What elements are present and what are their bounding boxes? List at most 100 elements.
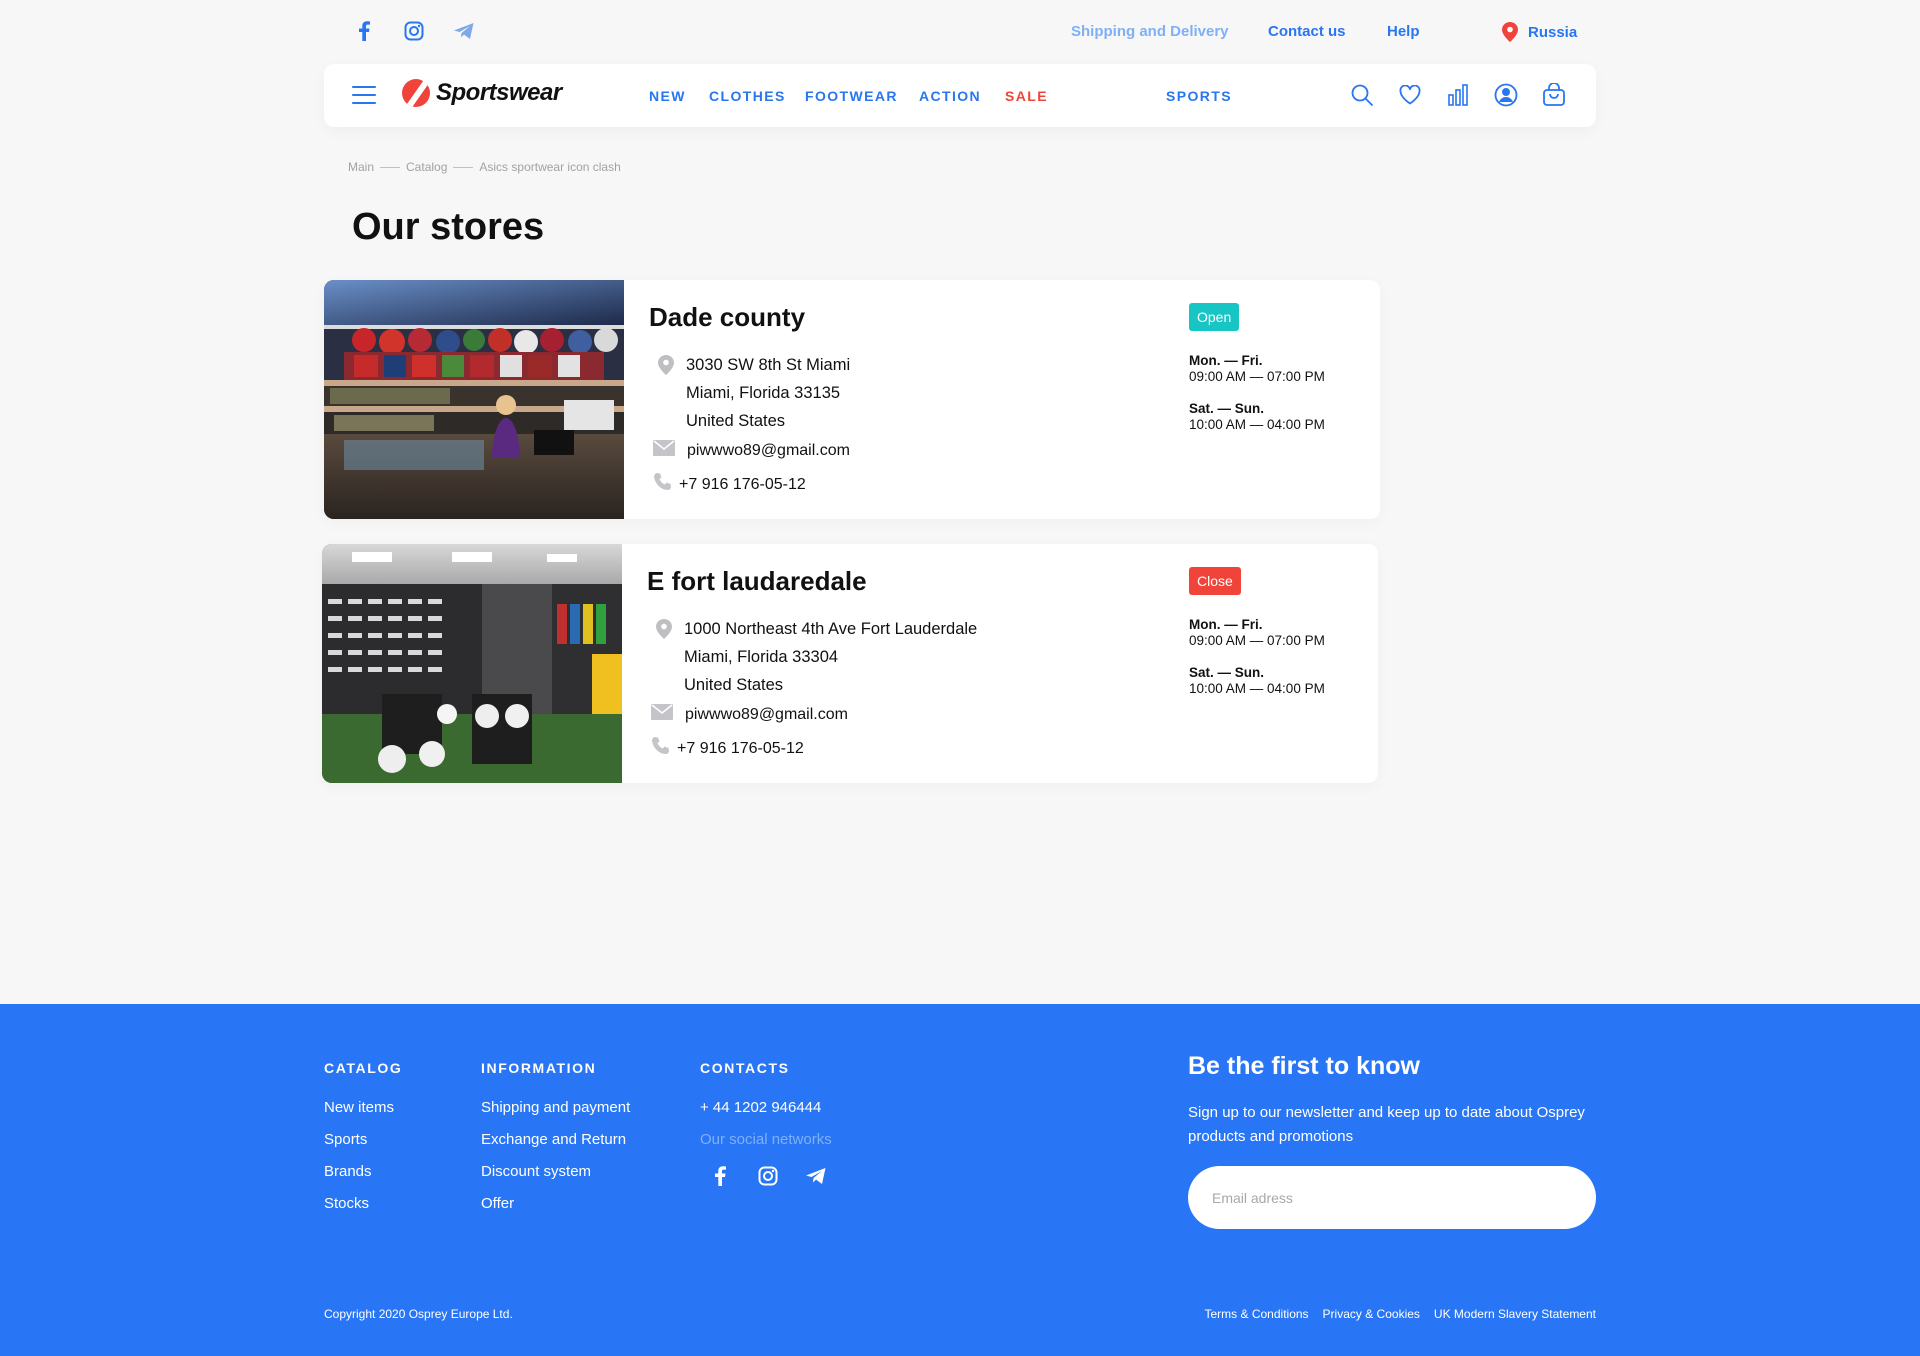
newsletter-text: Sign up to our newsletter and keep up to… <box>1188 1104 1585 1145</box>
footer-link[interactable]: Exchange and Return <box>481 1124 630 1156</box>
footer-social-label: Our social networks <box>700 1131 832 1148</box>
breadcrumb-separator <box>380 166 401 168</box>
search-icon[interactable] <box>1350 82 1374 108</box>
newsletter: Be the first to know Sign up to our news… <box>1188 1052 1598 1229</box>
store-phone: +7 916 176-05-12 <box>653 472 806 497</box>
breadcrumb: Main Catalog Asics sportwear icon clash <box>348 160 621 174</box>
store-card: Dade county 3030 SW 8th St Miami Miami, … <box>324 280 1380 519</box>
weekdays-label: Mon. — Fri. <box>1189 353 1263 368</box>
opening-hours: Mon. — Fri. 09:00 AM — 07:00 PM Sat. — S… <box>1189 353 1325 449</box>
logo-mark-icon <box>402 79 430 107</box>
footer-social-links <box>708 1164 832 1188</box>
store-photo <box>324 280 624 519</box>
address-line: Miami, Florida 33304 <box>684 648 839 666</box>
nav-sale[interactable]: SALE <box>1005 88 1048 104</box>
footer-link[interactable]: Brands <box>324 1156 402 1188</box>
weekend-label: Sat. — Sun. <box>1189 665 1265 680</box>
footer-contacts-title: CONTACTS <box>700 1060 790 1076</box>
breadcrumb-current: Asics sportwear icon clash <box>479 160 621 174</box>
menu-burger-icon[interactable] <box>352 86 376 106</box>
store-name: Dade county <box>649 302 806 332</box>
phone-link[interactable]: +7 916 176-05-12 <box>677 740 804 758</box>
store-phone: +7 916 176-05-12 <box>651 736 804 761</box>
footer: CATALOG New items Sports Brands Stocks I… <box>0 1004 1920 1356</box>
address-line: United States <box>684 676 784 694</box>
nav-action[interactable]: ACTION <box>919 88 981 104</box>
newsletter-title: Be the first to know <box>1188 1052 1420 1080</box>
facebook-icon[interactable] <box>352 19 376 43</box>
user-icon[interactable] <box>1494 82 1518 108</box>
store-card: E fort laudaredale 1000 Northeast 4th Av… <box>322 544 1378 783</box>
footer-phone-link[interactable]: + 44 1202 946444 <box>700 1092 832 1124</box>
footer-information-title: INFORMATION <box>481 1060 597 1076</box>
mail-icon <box>653 440 675 461</box>
address-line: United States <box>686 412 786 430</box>
top-social-links <box>352 19 476 43</box>
nav-clothes[interactable]: CLOTHES <box>709 88 786 104</box>
status-badge: Open <box>1189 303 1240 331</box>
footer-link[interactable]: Discount system <box>481 1156 630 1188</box>
location-pin-icon <box>656 619 672 644</box>
logo-text: Sportswear <box>436 79 562 106</box>
phone-link[interactable]: +7 916 176-05-12 <box>679 476 806 494</box>
instagram-icon[interactable] <box>402 19 426 43</box>
location-pin-icon <box>1498 20 1522 44</box>
nav-footwear[interactable]: FOOTWEAR <box>805 88 898 104</box>
address-line: 3030 SW 8th St Miami <box>686 356 851 374</box>
footer-link[interactable]: New items <box>324 1092 402 1124</box>
telegram-icon[interactable] <box>452 19 476 43</box>
shipping-delivery-link[interactable]: Shipping and Delivery <box>1071 23 1229 40</box>
instagram-icon[interactable] <box>756 1164 780 1188</box>
store-name: E fort laudaredale <box>647 566 867 596</box>
help-link[interactable]: Help <box>1387 23 1420 40</box>
header-actions <box>1350 82 1566 108</box>
footer-information: INFORMATION Shipping and payment Exchang… <box>481 1060 630 1220</box>
email-link[interactable]: piwwwo89@gmail.com <box>685 706 848 724</box>
mail-icon <box>651 704 673 725</box>
slavery-statement-link[interactable]: UK Modern Slavery Statement <box>1434 1307 1596 1321</box>
telegram-icon[interactable] <box>804 1164 828 1188</box>
email-link[interactable]: piwwwo89@gmail.com <box>687 442 850 460</box>
nav-new[interactable]: NEW <box>649 88 686 104</box>
newsletter-email-input[interactable] <box>1188 1166 1596 1229</box>
store-email: piwwwo89@gmail.com <box>653 440 850 461</box>
main-header: Sportswear NEW CLOTHES FOOTWEAR ACTION S… <box>324 64 1596 127</box>
legal-links: Terms & Conditions Privacy & Cookies UK … <box>1205 1307 1597 1321</box>
top-bar: Shipping and Delivery Contact us Help Ru… <box>0 0 1920 64</box>
footer-catalog: CATALOG New items Sports Brands Stocks <box>324 1060 402 1220</box>
breadcrumb-main[interactable]: Main <box>348 160 374 174</box>
contact-us-link[interactable]: Contact us <box>1268 23 1346 40</box>
footer-contacts: CONTACTS + 44 1202 946444 Our social net… <box>700 1060 832 1188</box>
store-email: piwwwo89@gmail.com <box>651 704 848 725</box>
weekdays-label: Mon. — Fri. <box>1189 617 1263 632</box>
copyright: Copyright 2020 Osprey Europe Ltd. <box>324 1307 513 1321</box>
heart-icon[interactable] <box>1398 82 1422 108</box>
phone-icon <box>653 472 673 497</box>
cart-icon[interactable] <box>1542 82 1566 108</box>
weekend-label: Sat. — Sun. <box>1189 401 1265 416</box>
footer-link[interactable]: Stocks <box>324 1188 402 1220</box>
footer-link[interactable]: Sports <box>324 1124 402 1156</box>
phone-icon <box>651 736 671 761</box>
nav-sports[interactable]: SPORTS <box>1166 88 1232 104</box>
facebook-icon[interactable] <box>708 1164 732 1188</box>
compare-icon[interactable] <box>1446 82 1470 108</box>
store-photo <box>322 544 622 783</box>
status-badge: Close <box>1189 567 1241 595</box>
logo[interactable]: Sportswear <box>402 79 562 107</box>
breadcrumb-separator <box>453 166 474 168</box>
terms-link[interactable]: Terms & Conditions <box>1205 1307 1309 1321</box>
footer-link[interactable]: Offer <box>481 1188 630 1220</box>
weekdays-hours: 09:00 AM — 07:00 PM <box>1189 369 1325 384</box>
privacy-link[interactable]: Privacy & Cookies <box>1323 1307 1420 1321</box>
footer-catalog-title: CATALOG <box>324 1060 403 1076</box>
footer-link[interactable]: Shipping and payment <box>481 1092 630 1124</box>
weekdays-hours: 09:00 AM — 07:00 PM <box>1189 633 1325 648</box>
region-selector[interactable]: Russia <box>1498 20 1577 44</box>
page-title: Our stores <box>352 206 545 248</box>
weekend-hours: 10:00 AM — 04:00 PM <box>1189 417 1325 432</box>
breadcrumb-catalog[interactable]: Catalog <box>406 160 447 174</box>
location-pin-icon <box>658 355 674 380</box>
address-line: 1000 Northeast 4th Ave Fort Lauderdale <box>684 620 978 638</box>
region-label: Russia <box>1528 23 1578 41</box>
